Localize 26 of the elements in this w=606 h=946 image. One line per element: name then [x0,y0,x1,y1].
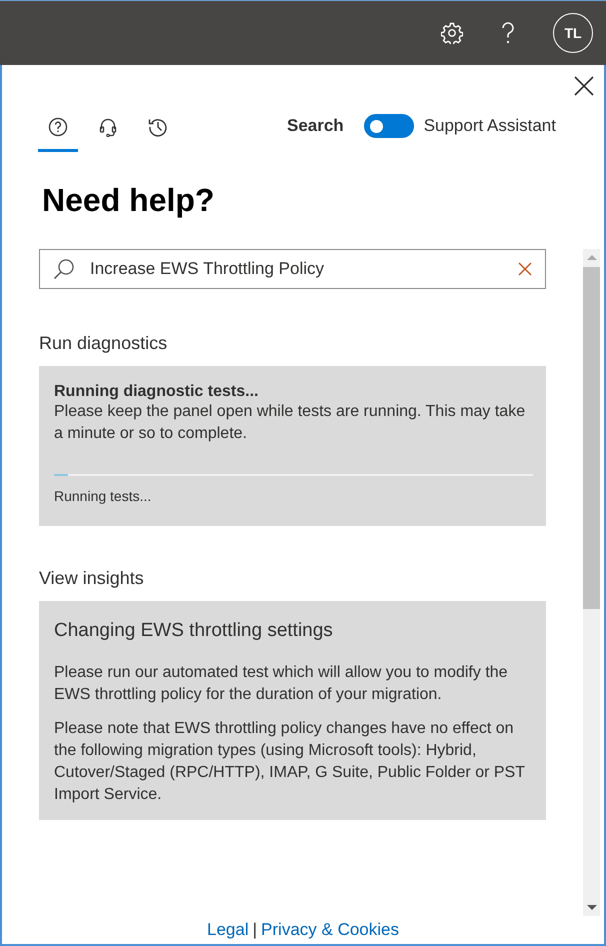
paragraph: Please note that EWS throttling policy changes have no effect on the following migration types (using Microsoft tools): Hybrid, Cutover/Staged (RPC/HTTP), IMAP, G Suite, Public Folder or PST Import Service. [54,719,526,805]
card-text: Please keep the panel open while tests are running. This may take a minute or so to complete. [54,402,526,444]
status-text: Running tests... [54,488,152,504]
footer-link[interactable]: Privacy & Cookies [261,920,399,939]
history-icon [148,116,168,136]
help-icon [48,116,68,136]
headset-icon [98,116,118,136]
card-title: Running diagnostic tests... [54,383,260,401]
toggle-label: Search [286,116,344,136]
scrollbar[interactable] [583,249,600,916]
avatar-button[interactable]: TL [553,13,593,53]
section-title: View insights [39,568,145,589]
clear-icon[interactable] [518,262,532,276]
card-title: Changing EWS throttling settings [54,620,334,642]
search-icon [53,258,75,280]
paragraph: Please run our automated test which will allow you to modify the EWS throttling policy for the duration of your migration. [54,663,509,705]
close-icon[interactable] [574,76,594,96]
toggle-switch[interactable] [364,114,414,138]
page-heading: Need help? [42,182,216,220]
toggle-label: Support Assistant [424,116,556,136]
help-icon[interactable] [501,21,515,45]
footer-link[interactable]: Legal [207,920,249,939]
settings-icon[interactable] [441,22,463,44]
section-title: Run diagnostics [39,333,168,354]
separator: | [252,920,258,939]
search-field[interactable]: Increase EWS Throttling Policy [39,249,546,289]
